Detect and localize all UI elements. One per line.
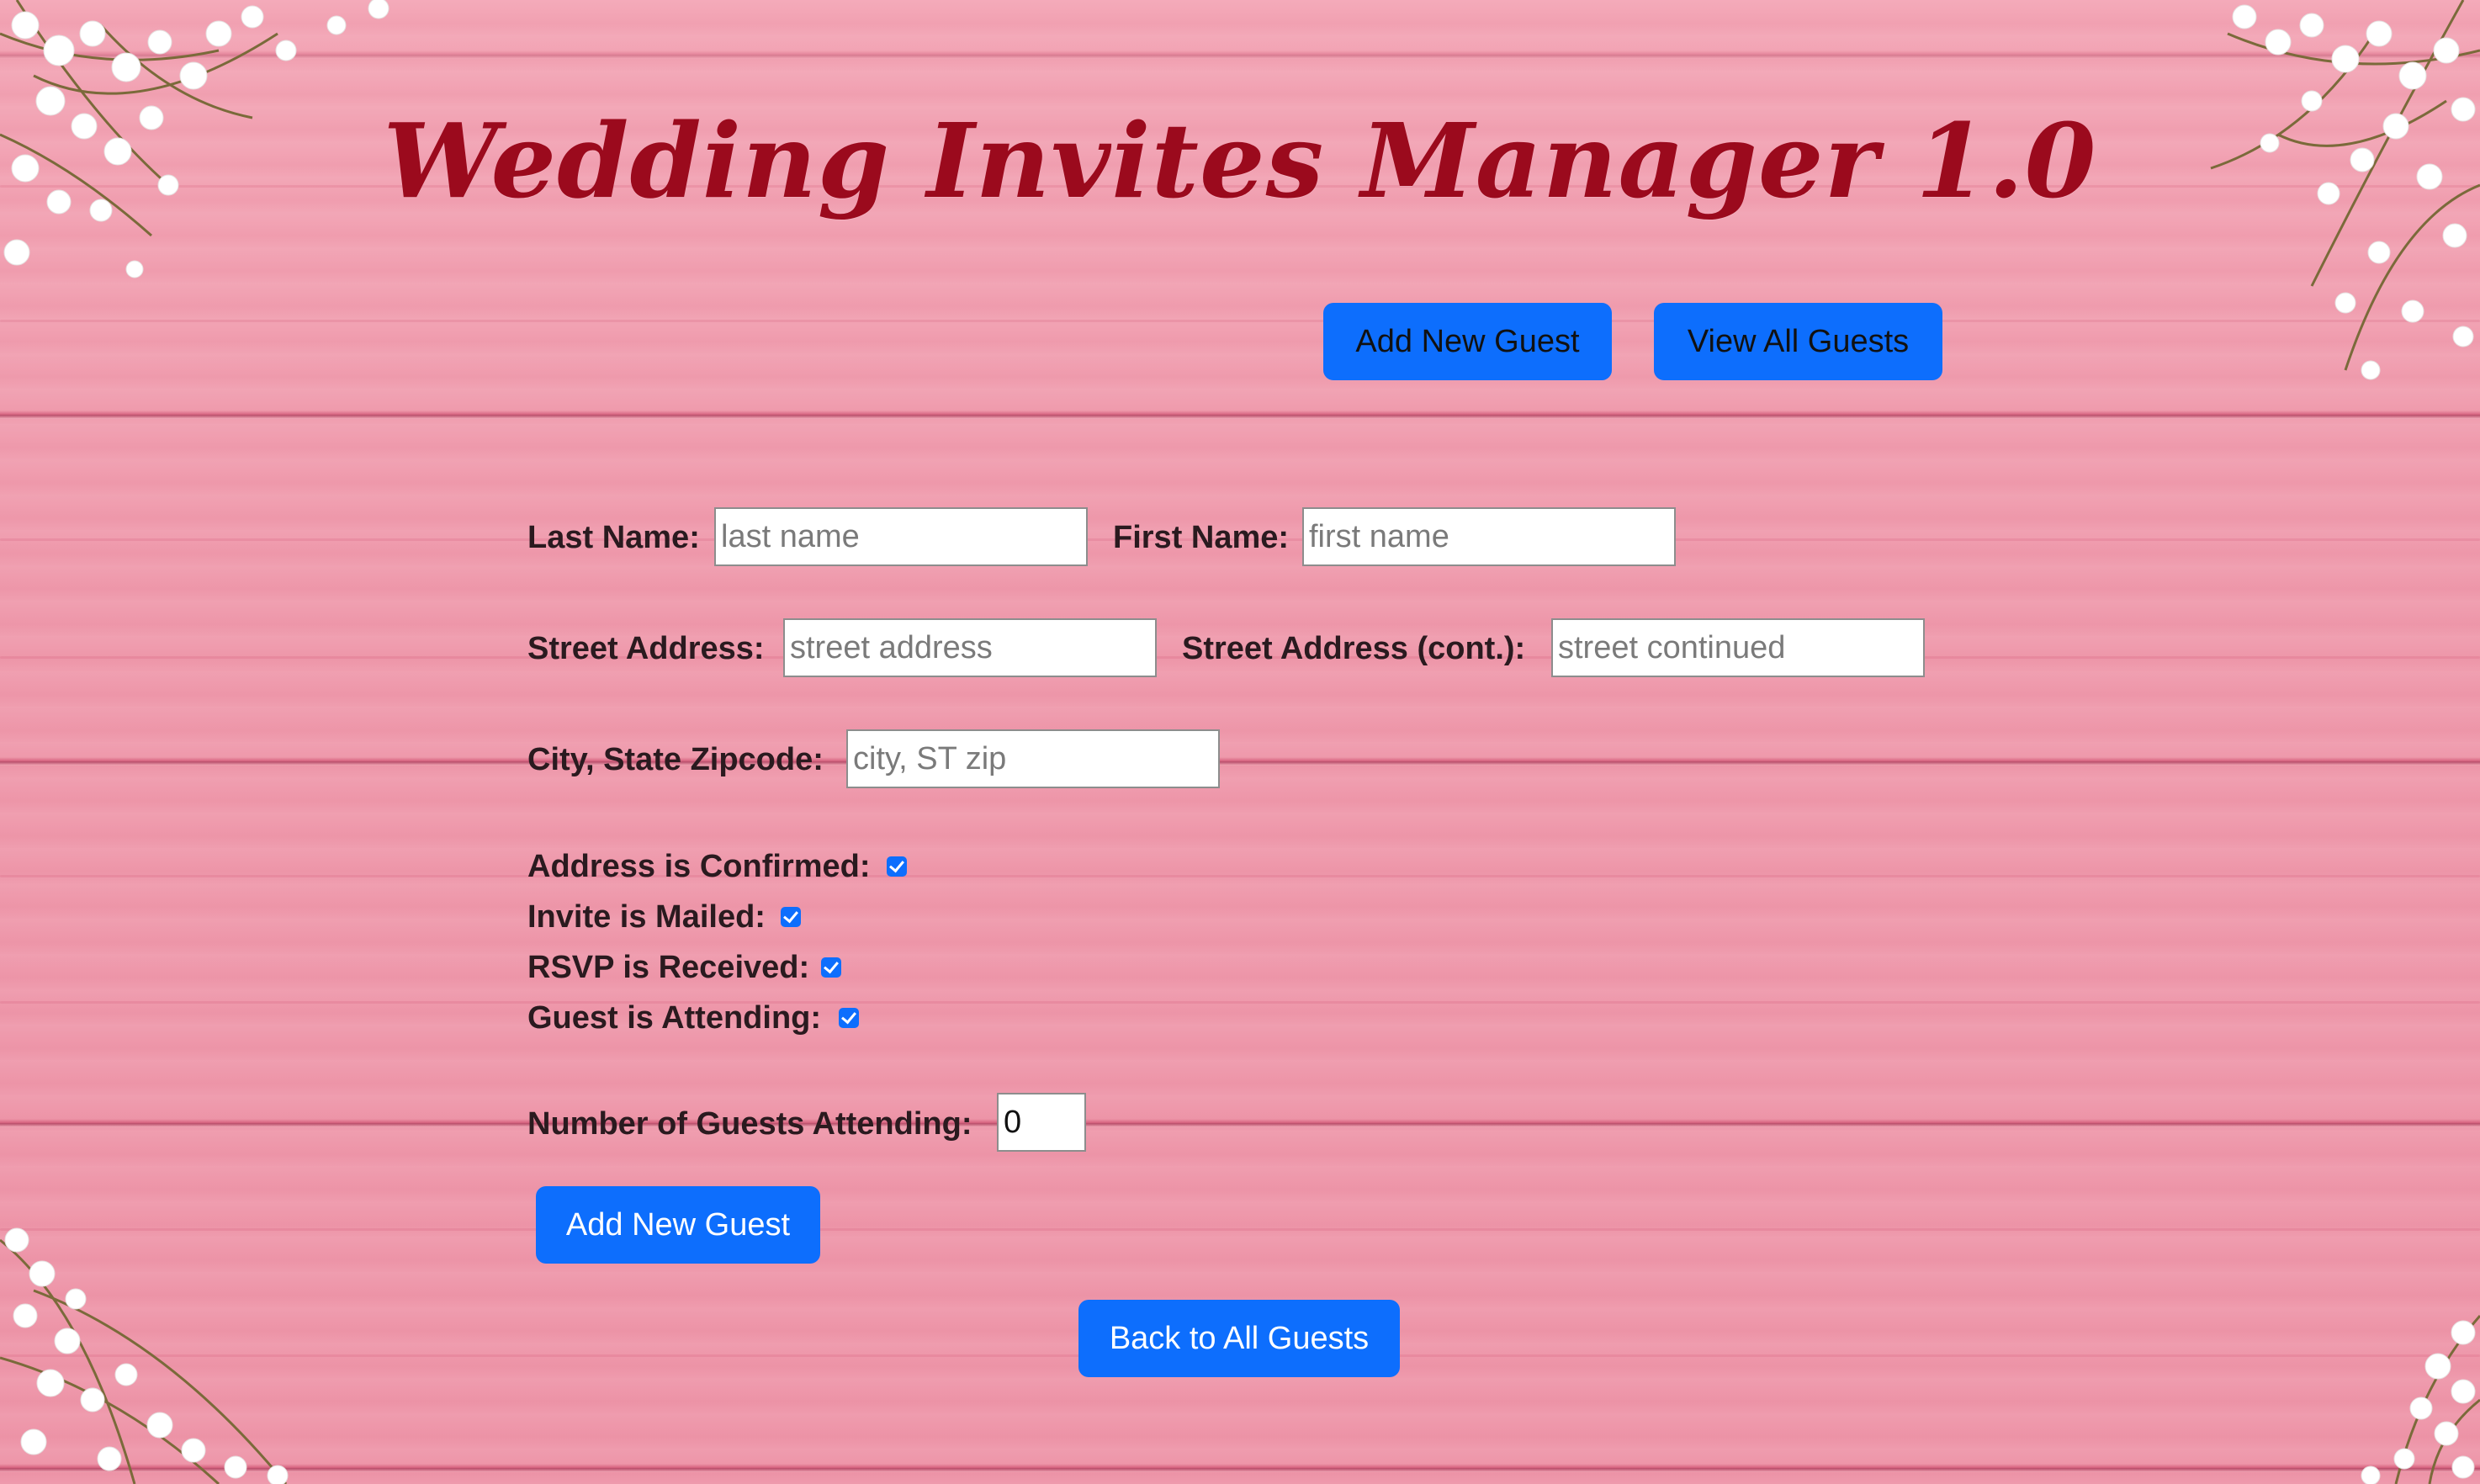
first-name-label: First Name:	[1113, 520, 1290, 555]
rsvp-received-checkbox[interactable]	[821, 957, 841, 978]
wood-grain	[0, 1228, 2480, 1231]
invite-mailed-label: Invite is Mailed:	[527, 899, 766, 935]
address-confirmed-checkbox[interactable]	[887, 856, 907, 877]
wood-grain	[0, 320, 2480, 322]
city-state-zip-label: City, State Zipcode:	[527, 742, 824, 777]
plank-seam	[0, 50, 2480, 59]
num-guests-input[interactable]	[997, 1093, 1086, 1152]
wood-grain	[0, 1001, 2480, 1004]
address-confirmed-label: Address is Confirmed:	[527, 849, 871, 884]
last-name-input[interactable]	[714, 507, 1088, 566]
num-guests-label: Number of Guests Attending:	[527, 1106, 972, 1142]
invite-mailed-checkbox[interactable]	[781, 907, 801, 927]
plank-seam	[0, 1464, 2480, 1472]
nav-add-new-guest-button[interactable]: Add New Guest	[1323, 303, 1612, 380]
plank-seam	[0, 411, 2480, 419]
wood-background	[0, 0, 2480, 1484]
plank-seam	[0, 757, 2480, 766]
city-state-zip-input[interactable]	[846, 729, 1220, 788]
plank-seam	[0, 1119, 2480, 1127]
street-address-input[interactable]	[783, 618, 1157, 677]
street-address-cont-input[interactable]	[1551, 618, 1925, 677]
guest-attending-checkbox[interactable]	[839, 1008, 859, 1028]
back-to-all-guests-button[interactable]: Back to All Guests	[1078, 1300, 1400, 1377]
nav-view-all-guests-button[interactable]: View All Guests	[1654, 303, 1942, 380]
rsvp-received-label: RSVP is Received:	[527, 950, 810, 985]
street-address-label: Street Address:	[527, 631, 765, 666]
add-new-guest-submit-button[interactable]: Add New Guest	[536, 1186, 820, 1264]
first-name-input[interactable]	[1302, 507, 1676, 566]
street-address-cont-label: Street Address (cont.):	[1182, 631, 1526, 666]
last-name-label: Last Name:	[527, 520, 700, 555]
wood-grain	[0, 875, 2480, 877]
page-title: Wedding Invites Manager 1.0	[383, 100, 2097, 221]
guest-attending-label: Guest is Attending:	[527, 1000, 822, 1036]
